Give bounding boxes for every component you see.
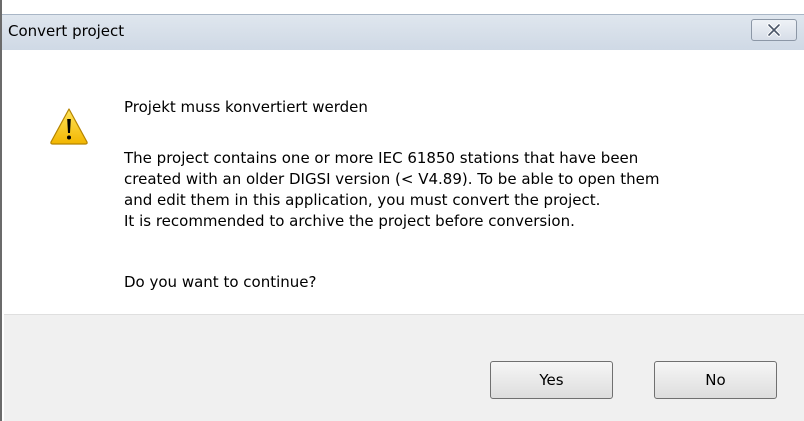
warning-icon [50, 108, 88, 145]
no-button[interactable]: No [654, 361, 777, 399]
message-line: It is recommended to archive the project… [124, 212, 575, 230]
convert-project-dialog: Convert project Projekt muss konvertiert… [0, 0, 804, 421]
dialog-title: Convert project [8, 22, 125, 40]
top-strip [2, 0, 804, 14]
message-line: and edit them in this application, you m… [124, 191, 601, 209]
yes-button[interactable]: Yes [490, 361, 613, 399]
dialog-question: Do you want to continue? [124, 273, 317, 291]
close-icon [767, 23, 781, 37]
dialog-message: The project contains one or more IEC 618… [124, 148, 784, 232]
title-bar[interactable]: Convert project [2, 14, 804, 50]
message-line: The project contains one or more IEC 618… [124, 149, 639, 167]
message-line: created with an older DIGSI version (< V… [124, 170, 660, 188]
dialog-heading: Projekt muss konvertiert werden [124, 98, 368, 116]
close-button[interactable] [751, 19, 797, 41]
